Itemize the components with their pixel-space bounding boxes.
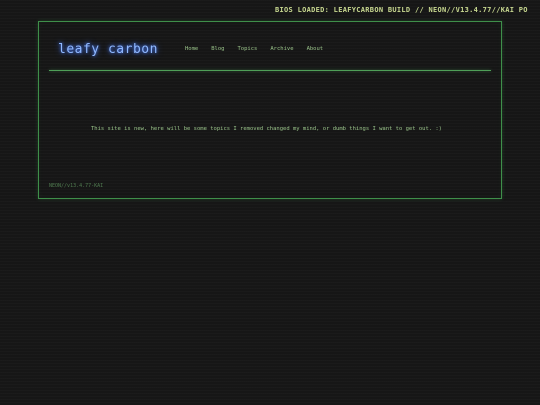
- nav-blog-link[interactable]: Blog: [211, 46, 224, 52]
- site-logo[interactable]: leafy carbon: [58, 42, 158, 57]
- nav-archive-link[interactable]: Archive: [270, 46, 293, 52]
- site-header: leafy carbon Home Blog Topics Archive Ab…: [39, 22, 501, 72]
- site-frame: leafy carbon Home Blog Topics Archive Ab…: [38, 21, 502, 199]
- header-divider: [49, 70, 491, 71]
- main-nav: Home Blog Topics Archive About: [185, 46, 336, 52]
- nav-about-link[interactable]: About: [307, 46, 324, 52]
- nav-topics-link[interactable]: Topics: [238, 46, 258, 52]
- footer-version: NEON//v13.4.77-KAI: [49, 183, 104, 189]
- boot-ticker: BIOS LOADED: LEAFYCARBON BUILD // NEON//…: [275, 6, 528, 14]
- intro-text: This site is new, here will be some topi…: [91, 125, 442, 132]
- nav-home-link[interactable]: Home: [185, 46, 198, 52]
